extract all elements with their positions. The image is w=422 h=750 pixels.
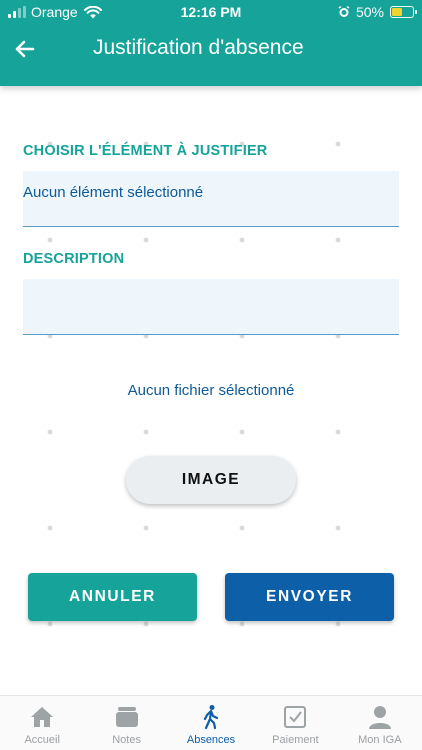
battery-percent: 50% — [355, 4, 384, 20]
description-field[interactable] — [23, 279, 399, 335]
battery-icon — [390, 6, 417, 18]
person-icon — [368, 706, 391, 729]
status-right: 50% — [338, 4, 417, 20]
tab-label: Absences — [186, 734, 236, 746]
tab-absences[interactable]: Absences — [169, 696, 253, 750]
app-header: Orange 12:16 PM 50% Justification d'abse… — [0, 0, 422, 86]
checkbox-icon — [284, 706, 307, 728]
arrow-left-icon[interactable] — [12, 36, 38, 62]
home-icon — [31, 707, 54, 727]
notes-icon — [115, 707, 138, 727]
send-button[interactable]: ENVOYER — [225, 573, 394, 621]
page-title: Justification d'absence — [93, 36, 304, 59]
tab-label: Mon IGA — [358, 734, 402, 746]
tab-label: Notes — [112, 734, 141, 746]
battery-level — [392, 8, 402, 16]
walking-person-icon — [203, 705, 219, 730]
tab-label: Paiement — [272, 734, 319, 746]
tab-notes[interactable]: Notes — [84, 696, 168, 750]
description-label: DESCRIPTION — [23, 251, 125, 267]
tab-paiement[interactable]: Paiement — [253, 696, 337, 750]
bottom-tab-bar: Accueil Notes Absences Paiement Mon IGA — [0, 695, 422, 750]
file-status: Aucun fichier sélectionné — [127, 382, 295, 399]
tab-mon-iga[interactable]: Mon IGA — [338, 696, 422, 750]
element-label: CHOISIR L'ÉLÉMENT À JUSTIFIER — [23, 143, 268, 159]
cancel-button[interactable]: ANNULER — [28, 573, 197, 621]
image-button[interactable]: IMAGE — [126, 456, 296, 504]
alarm-icon — [338, 6, 350, 17]
tab-accueil[interactable]: Accueil — [0, 696, 84, 750]
element-select[interactable]: Aucun élément sélectionné — [23, 171, 399, 227]
element-select-value: Aucun élément sélectionné — [23, 184, 204, 201]
tab-label: Accueil — [24, 734, 60, 746]
status-bar: Orange 12:16 PM 50% — [0, 0, 422, 26]
